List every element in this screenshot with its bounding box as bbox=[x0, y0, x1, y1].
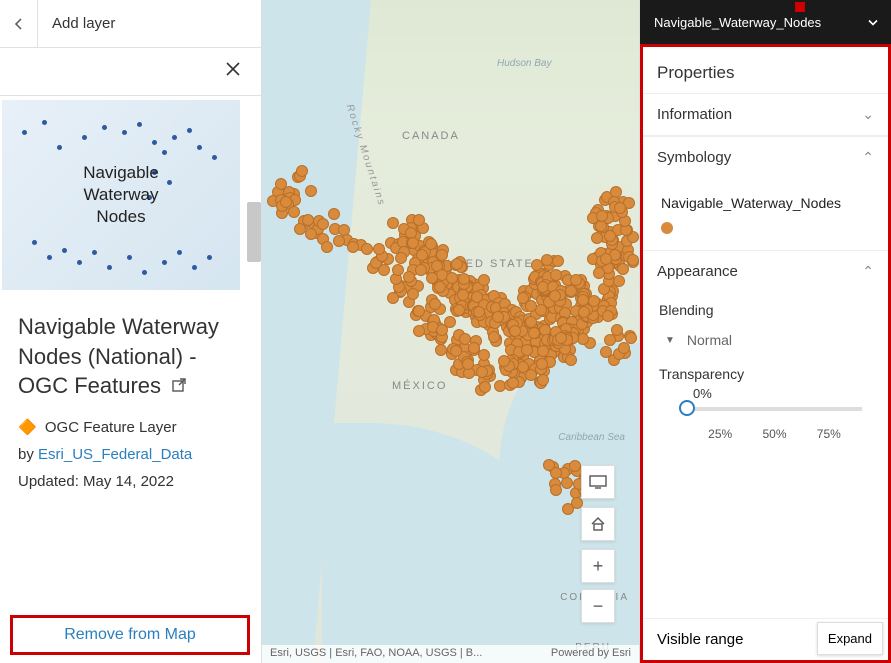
properties-title: Properties bbox=[643, 53, 888, 93]
map-label-hudson: Hudson Bay bbox=[497, 58, 551, 69]
thumbnail-caption: Navigable Waterway Nodes bbox=[62, 162, 181, 228]
map-label-canada: CANADA bbox=[402, 130, 460, 142]
sidebar-title: Add layer bbox=[38, 15, 115, 32]
section-information[interactable]: Information ⌄ bbox=[643, 93, 888, 136]
slider-ticks: 25% 50% 75% bbox=[687, 427, 862, 441]
layer-author-line: by Esri_US_Federal_Data bbox=[18, 444, 243, 465]
map-controls: + − bbox=[581, 465, 615, 623]
layer-title-text: Navigable Waterway Nodes (National) - OG… bbox=[18, 314, 219, 398]
blending-dropdown[interactable]: ▼ Normal bbox=[659, 328, 872, 352]
attrib-right: Powered by Esri bbox=[551, 647, 631, 661]
layer-thumbnail: Navigable Waterway Nodes bbox=[2, 100, 240, 290]
appearance-content: Blending ▼ Normal Transparency 0% 25% 50… bbox=[643, 292, 888, 451]
zoom-out-button[interactable]: − bbox=[581, 589, 615, 623]
by-prefix: by bbox=[18, 446, 38, 463]
tick-50: 50% bbox=[762, 427, 786, 441]
home-button[interactable] bbox=[581, 507, 615, 541]
sidebar-header: Add layer bbox=[0, 0, 261, 48]
symbology-swatch-icon[interactable] bbox=[661, 222, 673, 234]
remove-from-map-button[interactable]: Remove from Map bbox=[10, 615, 250, 655]
layer-type: 🔶 OGC Feature Layer bbox=[18, 417, 243, 438]
caret-down-icon: ▼ bbox=[665, 335, 675, 346]
view-mode-button[interactable] bbox=[581, 465, 615, 499]
close-button[interactable] bbox=[219, 54, 247, 89]
back-button[interactable] bbox=[0, 0, 38, 48]
layer-selector-label: Navigable_Waterway_Nodes bbox=[654, 15, 821, 30]
zoom-in-button[interactable]: + bbox=[581, 549, 615, 583]
blending-label: Blending bbox=[659, 302, 872, 318]
section-symbology-label: Symbology bbox=[657, 149, 731, 166]
layer-type-icon: 🔶 bbox=[18, 419, 37, 436]
visible-range-label: Visible range bbox=[657, 631, 743, 648]
scrollbar-thumb[interactable] bbox=[247, 202, 261, 262]
author-link[interactable]: Esri_US_Federal_Data bbox=[38, 446, 192, 463]
section-symbology[interactable]: Symbology ⌃ bbox=[643, 136, 888, 178]
map-label-caribbean: Caribbean Sea bbox=[558, 432, 625, 443]
red-marker-icon bbox=[795, 2, 805, 12]
symbology-item-label: Navigable_Waterway_Nodes bbox=[661, 194, 870, 212]
expand-button[interactable]: Expand bbox=[817, 622, 883, 655]
map-canvas[interactable]: CANADA UNITED STATES MÉXICO Hudson Bay C… bbox=[262, 0, 639, 663]
symbology-content: Navigable_Waterway_Nodes bbox=[643, 178, 888, 250]
chevron-up-icon: ⌃ bbox=[862, 149, 874, 166]
layer-title: Navigable Waterway Nodes (National) - OG… bbox=[0, 298, 261, 407]
layer-updated: Updated: May 14, 2022 bbox=[18, 471, 243, 492]
transparency-slider[interactable]: 25% 50% 75% bbox=[659, 401, 872, 441]
layer-meta: 🔶 OGC Feature Layer by Esri_US_Federal_D… bbox=[0, 407, 261, 502]
layer-detail-scroll[interactable]: Navigable Waterway Nodes Navigable Water… bbox=[0, 96, 261, 663]
external-link-icon[interactable] bbox=[171, 371, 187, 401]
properties-panel: Properties Information ⌄ Symbology ⌃ Nav… bbox=[640, 44, 891, 663]
map-label-mexico: MÉXICO bbox=[392, 380, 447, 392]
transparency-value: 0% bbox=[693, 386, 872, 401]
section-appearance[interactable]: Appearance ⌃ bbox=[643, 250, 888, 292]
section-appearance-label: Appearance bbox=[657, 263, 738, 280]
left-sidebar: Add layer bbox=[0, 0, 262, 663]
transparency-label: Transparency bbox=[659, 366, 872, 382]
blending-value: Normal bbox=[687, 332, 732, 348]
layer-type-text: OGC Feature Layer bbox=[45, 419, 177, 436]
section-information-label: Information bbox=[657, 106, 732, 123]
layer-selector-header[interactable]: Navigable_Waterway_Nodes bbox=[640, 0, 891, 44]
chevron-down-icon[interactable] bbox=[867, 15, 879, 30]
map-attribution: Esri, USGS | Esri, FAO, NOAA, USGS | B..… bbox=[262, 645, 639, 663]
slider-handle[interactable] bbox=[679, 400, 695, 416]
attrib-left: Esri, USGS | Esri, FAO, NOAA, USGS | B..… bbox=[270, 647, 482, 661]
chevron-down-icon: ⌄ bbox=[862, 106, 874, 123]
right-panel: Navigable_Waterway_Nodes Properties Info… bbox=[639, 0, 891, 663]
tick-75: 75% bbox=[817, 427, 841, 441]
tick-25: 25% bbox=[708, 427, 732, 441]
close-row bbox=[0, 48, 261, 96]
chevron-up-icon: ⌃ bbox=[862, 263, 874, 280]
